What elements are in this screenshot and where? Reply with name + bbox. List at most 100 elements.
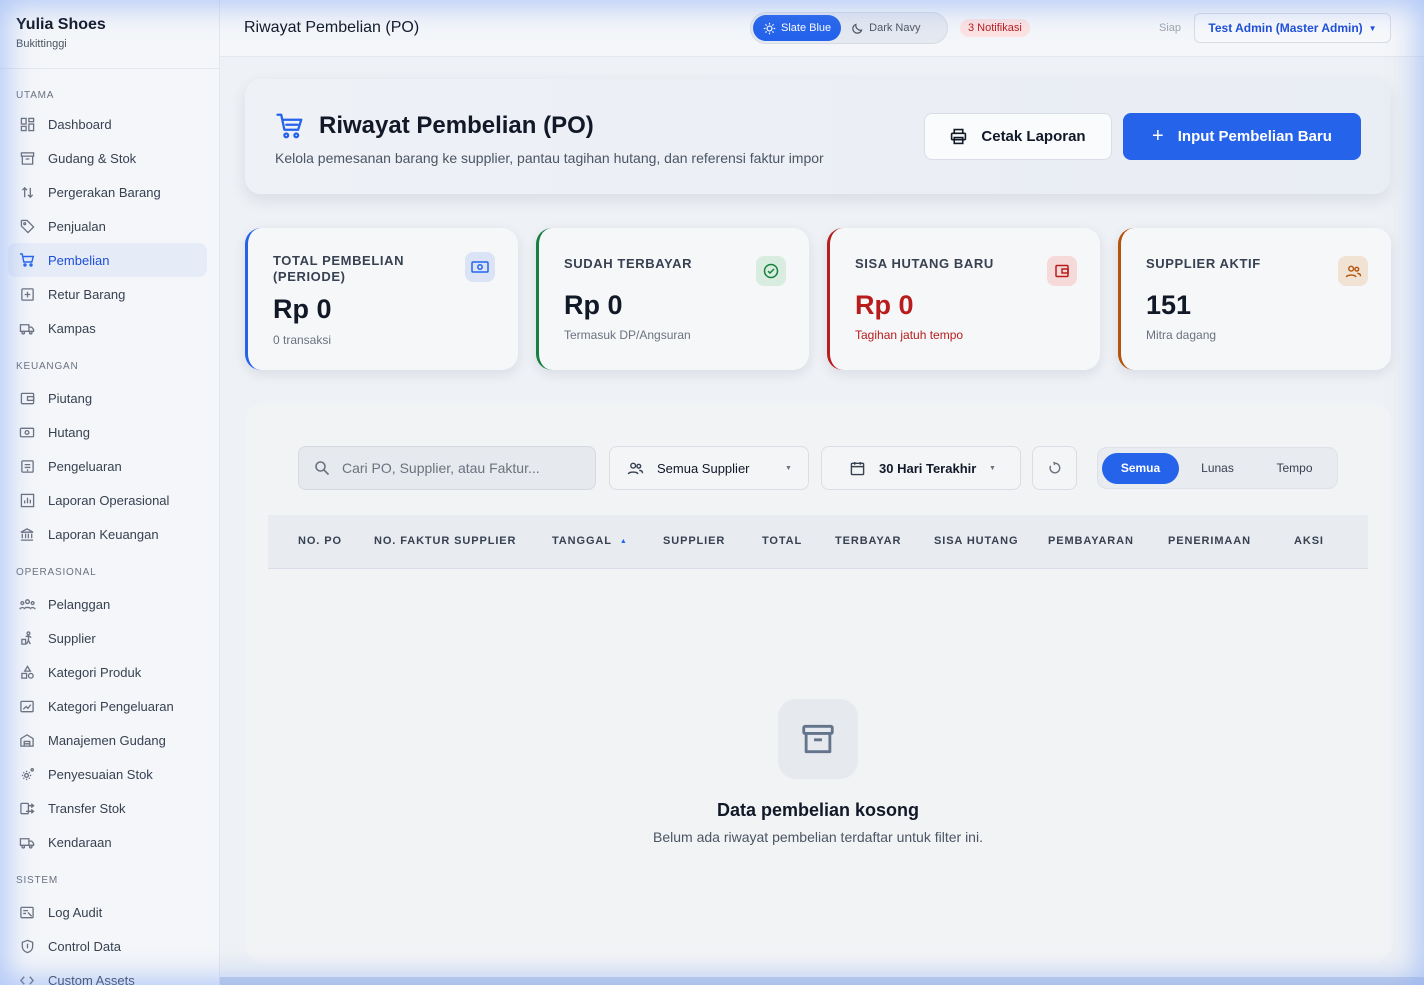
sidebar-item-control-data[interactable]: Control Data [8, 929, 207, 963]
transfer-icon [18, 799, 36, 817]
theme-slate-blue-button[interactable]: Slate Blue [753, 15, 842, 41]
code-icon [18, 971, 36, 985]
user-name: Test Admin (Master Admin) [1208, 21, 1363, 35]
brand-city: Bukittinggi [16, 38, 67, 50]
horizontal-scrollbar[interactable] [220, 977, 1424, 985]
stat-note: Mitra dagang [1146, 328, 1217, 342]
stat-value: Rp 0 [273, 294, 332, 324]
sidebar-item-label: Pembelian [48, 252, 110, 268]
refresh-icon [1048, 461, 1060, 474]
sidebar-item-kategori-pengeluaran[interactable]: Kategori Pengeluaran [8, 689, 207, 723]
stat-card-sudah-terbayar: SUDAH TERBAYAR Rp 0 Termasuk DP/Angsuran [536, 228, 809, 370]
stat-card-supplier-aktif: SUPPLIER AKTIF 151 Mitra dagang [1118, 228, 1391, 370]
sidebar-item-label: Pelanggan [48, 596, 111, 612]
sidebar: Yulia Shoes Bukittinggi UTAMA Dashboard … [0, 0, 220, 985]
column-sisa-hutang[interactable]: SISA HUTANG [934, 535, 1018, 547]
topbar: Riwayat Pembelian (PO) Slate Blue Dark N… [220, 0, 1424, 57]
search-icon [315, 461, 330, 476]
sidebar-item-label: Kampas [48, 320, 96, 336]
archive-icon [18, 149, 36, 167]
sidebar-item-retur-barang[interactable]: Retur Barang [8, 277, 207, 311]
period-filter-value: 30 Hari Terakhir [879, 460, 977, 476]
sidebar-item-kategori-produk[interactable]: Kategori Produk [8, 655, 207, 689]
sidebar-item-piutang[interactable]: Piutang [8, 381, 207, 415]
column-tanggal[interactable]: TANGGAL ▲ [552, 535, 628, 547]
sidebar-item-dashboard[interactable]: Dashboard [8, 107, 207, 141]
sidebar-item-supplier[interactable]: Supplier [8, 621, 207, 655]
sidebar-item-label: Retur Barang [48, 286, 126, 302]
nav-section-sistem: SISTEM [16, 875, 59, 886]
sidebar-item-laporan-keuangan[interactable]: Laporan Keuangan [8, 517, 207, 551]
column-supplier[interactable]: SUPPLIER [663, 535, 725, 547]
sidebar-item-label: Supplier [48, 630, 96, 646]
stat-card-sisa-hutang: SISA HUTANG BARU Rp 0 Tagihan jatuh temp… [827, 228, 1100, 370]
segment-semua[interactable]: Semua [1102, 452, 1179, 484]
sidebar-item-hutang[interactable]: Hutang [8, 415, 207, 449]
tag-icon [18, 217, 36, 235]
column-pembayaran[interactable]: PEMBAYARAN [1048, 535, 1134, 547]
page-subtitle: Kelola pemesanan barang ke supplier, pan… [275, 150, 824, 166]
new-purchase-button[interactable]: + Input Pembelian Baru [1123, 113, 1361, 160]
print-report-button[interactable]: Cetak Laporan [924, 113, 1112, 160]
column-terbayar[interactable]: TERBAYAR [835, 535, 901, 547]
segment-tempo[interactable]: Tempo [1256, 453, 1333, 484]
bank-icon [18, 525, 36, 543]
sidebar-item-penjualan[interactable]: Penjualan [8, 209, 207, 243]
theme-dark-navy-button[interactable]: Dark Navy [841, 15, 930, 41]
column-no-po[interactable]: NO. PO [298, 535, 342, 547]
sidebar-item-label: Kategori Pengeluaran [48, 698, 174, 714]
sidebar-item-label: Piutang [48, 390, 93, 406]
supplier-filter-dropdown[interactable]: Semua Supplier ▼ [609, 446, 809, 490]
sidebar-item-manajemen-gudang[interactable]: Manajemen Gudang [8, 723, 207, 757]
sidebar-item-label: Penjualan [48, 218, 106, 234]
sun-icon [763, 22, 776, 34]
sidebar-item-transfer-stok[interactable]: Transfer Stok [8, 791, 207, 825]
notification-badge[interactable]: 3 Notifikasi [960, 19, 1030, 37]
sidebar-item-log-audit[interactable]: Log Audit [8, 895, 207, 929]
user-menu-button[interactable]: Test Admin (Master Admin) ▼ [1194, 13, 1391, 43]
period-filter-dropdown[interactable]: 30 Hari Terakhir ▼ [821, 446, 1021, 490]
users-icon [1338, 256, 1368, 286]
theme-dark-navy-label: Dark Navy [869, 22, 921, 34]
sidebar-item-label: Dashboard [48, 116, 112, 132]
sidebar-item-laporan-operasional[interactable]: Laporan Operasional [8, 483, 207, 517]
stat-label: SUPPLIER AKTIF [1146, 256, 1261, 271]
sidebar-item-label: Custom Assets [48, 972, 135, 985]
sidebar-item-kendaraan[interactable]: Kendaraan [8, 825, 207, 859]
search-input[interactable]: Cari PO, Supplier, atau Faktur... [298, 446, 596, 490]
sidebar-item-pelanggan[interactable]: Pelanggan [8, 587, 207, 621]
column-total[interactable]: TOTAL [762, 535, 802, 547]
sidebar-item-gudang-stok[interactable]: Gudang & Stok [8, 141, 207, 175]
refresh-button[interactable] [1032, 446, 1077, 490]
arrows-updown-icon [18, 183, 36, 201]
stat-value: Rp 0 [855, 290, 914, 320]
bar-report-icon [18, 491, 36, 509]
empty-state-title: Data pembelian kosong [716, 800, 920, 820]
nav-section-utama: UTAMA [16, 90, 55, 101]
sidebar-item-label: Transfer Stok [48, 800, 126, 816]
column-aksi: AKSI [1294, 535, 1324, 547]
chart-card-icon [18, 697, 36, 715]
sidebar-item-penyesuaian-stok[interactable]: Penyesuaian Stok [8, 757, 207, 791]
sidebar-item-pengeluaran[interactable]: Pengeluaran [8, 449, 207, 483]
sidebar-item-pembelian[interactable]: Pembelian [8, 243, 207, 277]
chevron-down-icon: ▼ [785, 464, 792, 472]
new-purchase-label: Input Pembelian Baru [1177, 128, 1332, 145]
sort-asc-icon: ▲ [619, 538, 628, 545]
column-tanggal-label: TANGGAL [552, 535, 612, 547]
sidebar-item-label: Kendaraan [48, 834, 112, 850]
check-circle-icon [756, 256, 786, 286]
column-penerimaan[interactable]: PENERIMAAN [1168, 535, 1251, 547]
nav-section-keuangan: KEUANGAN [16, 361, 79, 372]
shapes-icon [18, 663, 36, 681]
cash-icon [465, 252, 495, 282]
sidebar-item-pergerakan-barang[interactable]: Pergerakan Barang [8, 175, 207, 209]
sidebar-item-kampas[interactable]: Kampas [8, 311, 207, 345]
empty-state-subtitle: Belum ada riwayat pembelian terdaftar un… [653, 829, 983, 845]
sidebar-item-custom-assets[interactable]: Custom Assets [8, 963, 207, 985]
column-no-faktur[interactable]: NO. FAKTUR SUPPLIER [374, 535, 516, 547]
plus-icon: + [1152, 125, 1164, 147]
moon-icon [852, 23, 863, 34]
calendar-icon [850, 461, 865, 475]
segment-lunas[interactable]: Lunas [1179, 453, 1256, 484]
